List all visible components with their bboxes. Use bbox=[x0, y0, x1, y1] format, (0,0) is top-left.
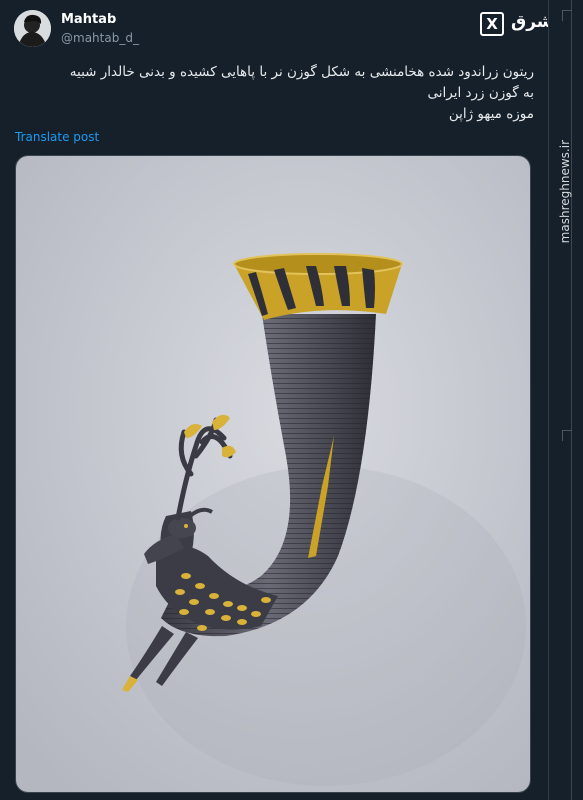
rhyton-photo bbox=[16, 156, 530, 792]
site-watermark: mashreghnews.ir bbox=[558, 140, 572, 244]
tweet-photo[interactable] bbox=[15, 155, 531, 793]
side-divider bbox=[571, 0, 572, 800]
avatar[interactable] bbox=[14, 10, 51, 47]
tweet-text-line: ریتون زراندود شده هخامنشی به شکل گوزن نر… bbox=[69, 64, 534, 80]
translate-post-link[interactable]: Translate post bbox=[15, 130, 99, 144]
tweet-text-line: موزه میهو ژاپن bbox=[448, 106, 534, 122]
right-side-panel: mashreghnews.ir bbox=[548, 0, 583, 800]
author-name[interactable]: Mahtab bbox=[61, 12, 116, 27]
x-logo-icon: X bbox=[480, 12, 504, 36]
tweet-text: ریتون زراندود شده هخامنشی به شکل گوزن نر… bbox=[4, 62, 534, 125]
author-handle[interactable]: @mahtab_d_ bbox=[61, 31, 139, 45]
tweet-text-line: به گوزن زرد ایرانی bbox=[427, 85, 534, 101]
side-marker bbox=[562, 10, 572, 21]
side-marker bbox=[562, 430, 572, 441]
avatar-image bbox=[14, 10, 51, 47]
tweet: Mahtab @mahtab_d_ X مشرق ریتون زراندود ش… bbox=[0, 0, 565, 800]
